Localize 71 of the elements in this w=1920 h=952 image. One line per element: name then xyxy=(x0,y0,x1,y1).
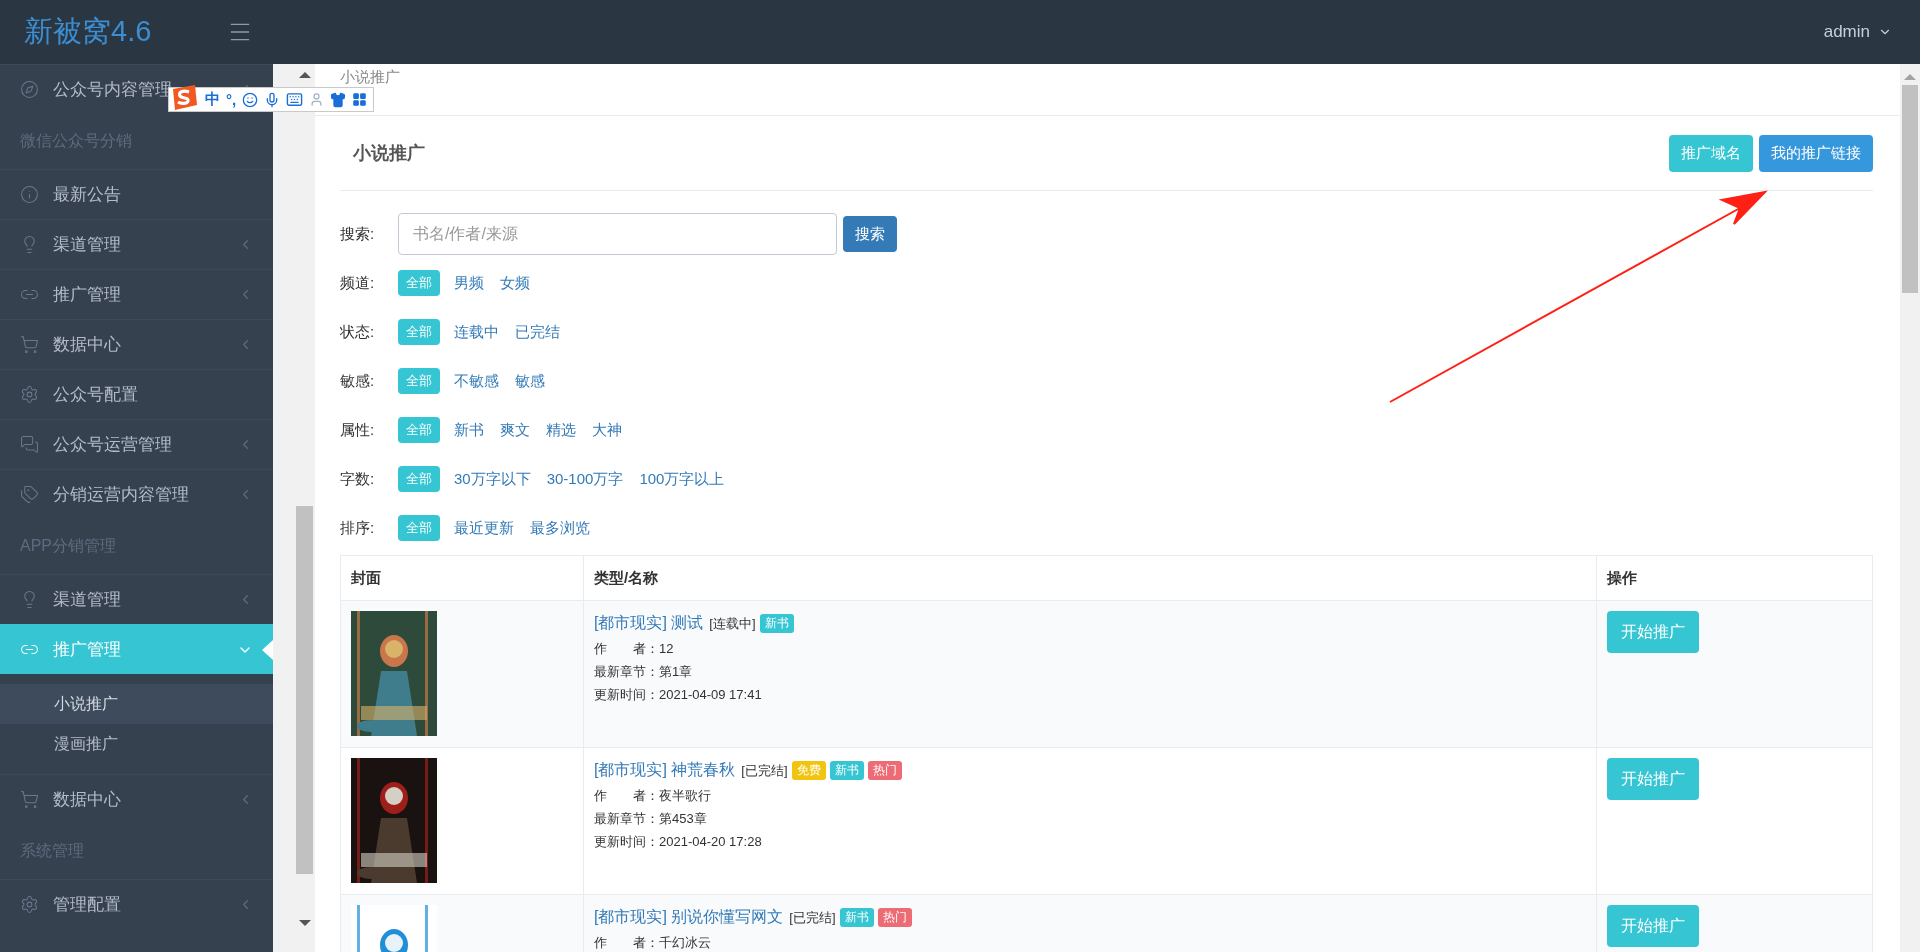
book-tag: 新书 xyxy=(839,908,874,927)
book-status: [已完结] xyxy=(741,761,788,780)
book-tag: 热门 xyxy=(877,908,912,927)
shirt-icon[interactable] xyxy=(330,91,347,108)
filter-option[interactable]: 爽文 xyxy=(498,416,532,444)
book-info: 更新时间：2021-04-20 17:28 xyxy=(594,833,763,851)
filter-label: 频道: xyxy=(340,273,376,293)
book-info: 作 者：千幻冰云 xyxy=(594,934,712,952)
book-tag: 热门 xyxy=(867,761,902,780)
header-button[interactable]: 我的推广链接 xyxy=(1759,134,1873,172)
user-menu[interactable]: admin xyxy=(1823,22,1892,42)
filter-label: 属性: xyxy=(340,420,376,440)
tag-icon xyxy=(20,485,39,504)
book-title-link[interactable]: [都市现实] 测试 xyxy=(594,613,704,634)
filter-option[interactable]: 不敏感 xyxy=(452,367,501,395)
scroll-up-icon[interactable] xyxy=(299,72,311,78)
book-info: 作 者：12 xyxy=(594,640,675,658)
info-icon xyxy=(20,185,39,204)
cart-icon xyxy=(20,790,39,809)
filter-option[interactable]: 30-100万字 xyxy=(544,465,626,493)
search-button[interactable]: 搜索 xyxy=(843,216,897,252)
filter-option[interactable]: 30万字以下 xyxy=(452,465,533,493)
filter-label: 排序: xyxy=(340,518,376,538)
scrollbar-thumb[interactable] xyxy=(1902,85,1918,293)
filter-option[interactable]: 敏感 xyxy=(513,367,547,395)
column-header: 操作 xyxy=(1596,555,1873,601)
book-status: [已完结] xyxy=(789,908,836,927)
panel-title: 小说推广 xyxy=(353,142,426,165)
submenu-item[interactable]: 漫画推广 xyxy=(0,724,273,764)
book-tag: 免费 xyxy=(791,761,826,780)
column-header: 类型/名称 xyxy=(583,555,1597,601)
book-tag: 新书 xyxy=(759,614,794,633)
chat-icon xyxy=(20,435,39,454)
filter-option[interactable]: 大神 xyxy=(590,416,624,444)
compass-icon xyxy=(20,80,39,99)
filter-option[interactable]: 已完结 xyxy=(513,318,562,346)
punctuation-mode[interactable]: °, xyxy=(226,91,237,108)
breadcrumb[interactable]: 小说推广 xyxy=(340,68,400,87)
scroll-down-icon[interactable] xyxy=(299,920,311,926)
book-info: 最新章节：第1章 xyxy=(594,663,694,681)
settings-icon xyxy=(20,385,39,404)
filter-option[interactable]: 新书 xyxy=(452,416,486,444)
book-title-link[interactable]: [都市现实] 神荒春秋 xyxy=(594,760,736,781)
grid-icon[interactable] xyxy=(352,92,368,107)
smiley-icon[interactable] xyxy=(242,91,259,108)
logo[interactable]: 新被窝4.6 xyxy=(24,12,152,52)
settings-icon xyxy=(20,895,39,914)
filter-option[interactable]: 最近更新 xyxy=(452,514,516,542)
filter-option[interactable]: 连载中 xyxy=(452,318,501,346)
filter-option[interactable]: 100万字以上 xyxy=(637,465,727,493)
filter-option[interactable]: 精选 xyxy=(544,416,578,444)
filter-label: 搜索: xyxy=(340,224,376,244)
search-field[interactable]: 书名/作者/来源 xyxy=(398,213,837,255)
filter-label: 敏感: xyxy=(340,371,376,391)
book-tag: 新书 xyxy=(829,761,864,780)
keyboard-icon[interactable] xyxy=(286,91,304,108)
input-mode[interactable]: 中 xyxy=(205,90,220,109)
book-status: [连载中] xyxy=(709,614,756,633)
scrollbar-thumb[interactable] xyxy=(296,506,313,874)
cart-icon xyxy=(20,335,39,354)
column-header: 封面 xyxy=(340,555,584,601)
filter-label: 字数: xyxy=(340,469,376,489)
submenu-item[interactable]: 小说推广 xyxy=(0,684,273,724)
book-title-link[interactable]: [都市现实] 别说你懂写网文 xyxy=(594,907,784,928)
filter-option[interactable]: 女频 xyxy=(498,269,532,297)
filter-option[interactable]: 最多浏览 xyxy=(528,514,592,542)
book-info: 更新时间：2021-04-09 17:41 xyxy=(594,686,763,704)
book-info: 作 者：夜半歌行 xyxy=(594,787,712,805)
book-info: 最新章节：第453章 xyxy=(594,810,708,828)
filter-label: 状态: xyxy=(340,322,376,342)
filter-option[interactable]: 男频 xyxy=(452,269,486,297)
